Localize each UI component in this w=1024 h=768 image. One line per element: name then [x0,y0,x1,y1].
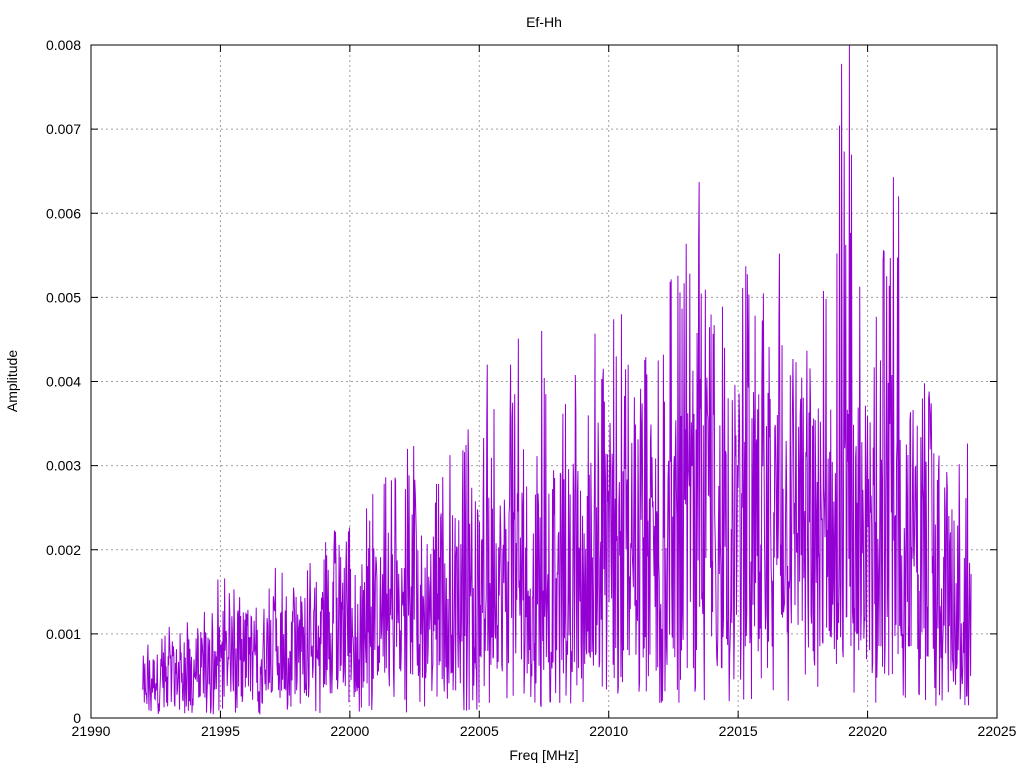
y-tick-label: 0.007 [46,121,81,137]
x-tick-label: 22020 [848,723,887,739]
y-tick-label: 0.008 [46,37,81,53]
chart-background [0,0,1024,768]
y-tick-label: 0.004 [46,374,81,390]
x-tick-label: 22010 [589,723,628,739]
y-axis-label: Amplitude [4,350,20,412]
x-tick-label: 22000 [330,723,369,739]
x-tick-label: 21995 [201,723,240,739]
chart-title: Ef-Hh [526,14,562,30]
x-tick-label: 22005 [460,723,499,739]
x-axis-label: Freq [MHz] [509,747,578,763]
y-tick-label: 0.001 [46,626,81,642]
y-tick-label: 0.006 [46,205,81,221]
y-tick-label: 0 [73,710,81,726]
x-tick-label: 22025 [978,723,1017,739]
chart: 21990 21995 22000 22005 22010 22015 22020 22025… [0,0,1024,768]
y-tick-label: 0.005 [46,289,81,305]
y-tick-label: 0.002 [46,542,81,558]
y-tick-label: 0.003 [46,458,81,474]
x-tick-label: 22015 [719,723,758,739]
